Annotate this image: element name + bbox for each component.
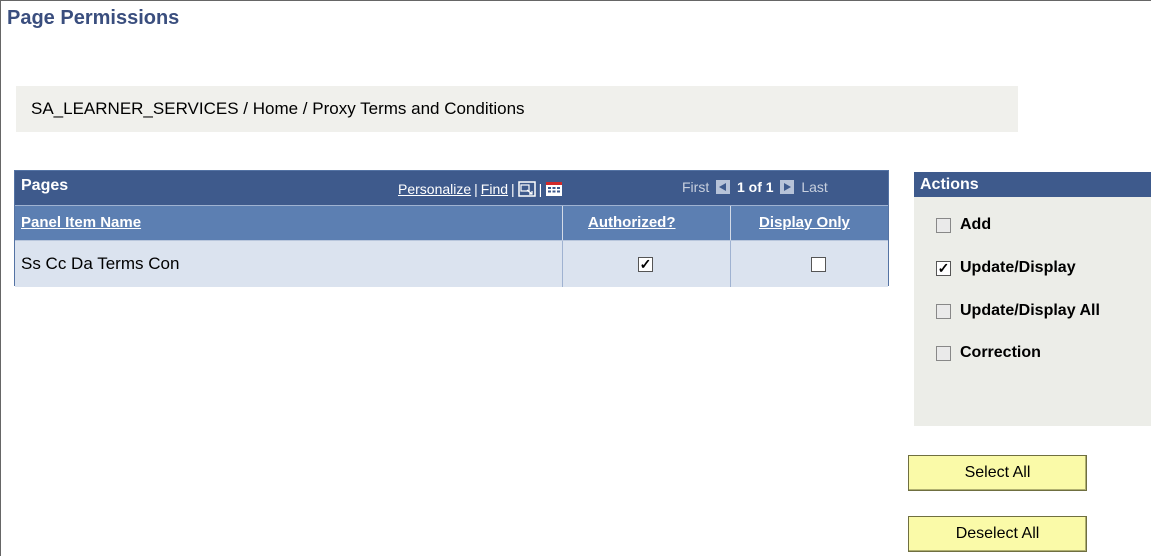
authorized-checkbox[interactable] (638, 257, 653, 272)
table-row: Ss Cc Da Terms Con (15, 240, 888, 287)
previous-arrow-icon[interactable] (716, 180, 731, 194)
column-header-row: Panel Item Name Authorized? Display Only (15, 205, 888, 240)
find-link[interactable]: Find (481, 181, 508, 197)
first-link[interactable]: First (682, 179, 709, 195)
grid-toolbar: Personalize | Find | | (398, 179, 563, 200)
panel-item-name-cell: Ss Cc Da Terms Con (21, 254, 180, 273)
pages-grid: Pages Personalize | Find | | First 1 of 1 La… (14, 170, 889, 287)
add-checkbox (936, 218, 951, 233)
page-title: Page Permissions (7, 7, 180, 29)
column-divider (562, 241, 563, 287)
grid-pager: First 1 of 1 Last (682, 179, 828, 195)
actions-header: Actions (914, 172, 1151, 197)
column-divider (562, 206, 563, 240)
breadcrumb: SA_LEARNER_SERVICES / Home / Proxy Terms… (16, 86, 1018, 132)
grid-header: Pages Personalize | Find | | First 1 of 1 La… (15, 171, 888, 205)
correction-checkbox (936, 346, 951, 361)
action-update-display-all-label: Update/Display All (960, 302, 1100, 319)
actions-panel: Actions Add Update/Display Update/Displa… (914, 172, 1151, 426)
view-all-icon[interactable] (517, 181, 536, 200)
column-divider (730, 241, 731, 287)
separator: | (538, 181, 543, 197)
update-display-all-checkbox (936, 304, 951, 319)
select-all-button[interactable]: Select All (908, 455, 1087, 491)
column-header-authorized[interactable]: Authorized? (588, 206, 676, 240)
action-update-display-label: Update/Display (960, 259, 1076, 276)
separator: | (474, 181, 478, 197)
update-display-checkbox[interactable] (936, 261, 951, 276)
grid-title: Pages (21, 177, 69, 194)
separator: | (511, 181, 515, 197)
column-divider (730, 206, 731, 240)
next-arrow-icon[interactable] (780, 180, 795, 194)
download-icon[interactable] (545, 179, 563, 200)
action-add-label: Add (960, 216, 992, 233)
deselect-all-button[interactable]: Deselect All (908, 516, 1087, 552)
last-link[interactable]: Last (801, 179, 827, 195)
page-indicator: 1 of 1 (737, 179, 774, 195)
action-correction-label: Correction (960, 344, 1041, 361)
column-header-display-only[interactable]: Display Only (759, 206, 850, 240)
personalize-link[interactable]: Personalize (398, 181, 471, 197)
display-only-checkbox[interactable] (811, 257, 826, 272)
column-header-panel-item-name[interactable]: Panel Item Name (21, 206, 141, 240)
